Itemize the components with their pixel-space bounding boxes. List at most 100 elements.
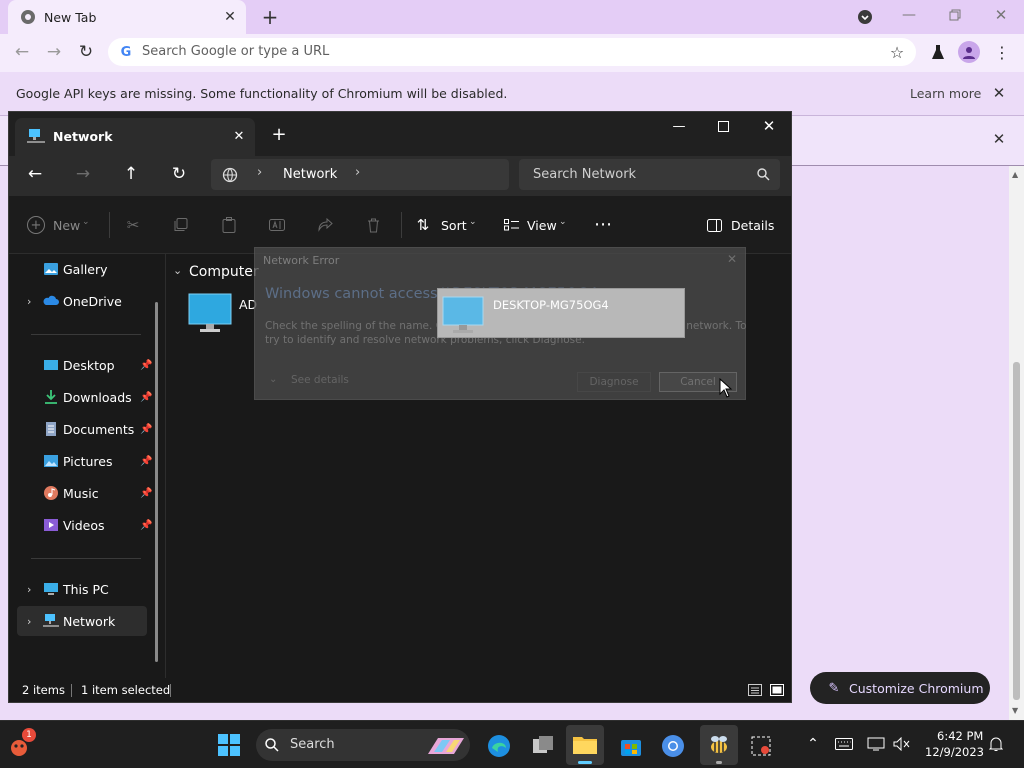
chrome-tab[interactable]: New Tab ✕	[8, 0, 246, 34]
sidebar-item-gallery[interactable]: Gallery	[17, 254, 147, 284]
explorer-refresh-icon[interactable]: ↻	[169, 164, 189, 184]
computer-item-icon[interactable]	[187, 292, 233, 334]
scrollbar-thumb[interactable]	[1013, 362, 1020, 700]
sort-button[interactable]: Sort	[441, 218, 467, 233]
paste-icon[interactable]	[219, 216, 239, 234]
copy-icon[interactable]	[171, 216, 191, 234]
reload-icon[interactable]: ↻	[76, 42, 96, 62]
task-view-icon[interactable]	[530, 733, 556, 757]
customize-chromium-button[interactable]: ✎ Customize Chromium	[810, 672, 990, 704]
close-tab-icon[interactable]: ✕	[222, 9, 238, 25]
sidebar-label: Desktop	[63, 357, 115, 373]
view-button[interactable]: View	[527, 218, 557, 233]
back-icon[interactable]: ←	[12, 42, 32, 62]
start-windows-icon[interactable]	[216, 733, 242, 757]
diagnose-button[interactable]: Diagnose	[577, 372, 651, 392]
explorer-forward-icon[interactable]: →	[73, 164, 93, 184]
explorer-tab-close-icon[interactable]: ✕	[231, 128, 247, 144]
explorer-search-box[interactable]: Search Network	[519, 159, 780, 190]
expand-chevron-icon[interactable]: ›	[27, 295, 31, 308]
diagnose-label: Diagnose	[589, 376, 639, 388]
clock-date[interactable]: 12/9/2023	[925, 745, 984, 759]
profile-avatar-icon[interactable]	[958, 41, 980, 63]
scrollbar-down-arrow[interactable]: ▼	[1012, 706, 1018, 715]
sidebar-item-onedrive[interactable]: › OneDrive	[17, 286, 147, 316]
details-view-icon[interactable]	[747, 682, 763, 698]
tab-search-icon[interactable]	[856, 8, 874, 26]
expand-chevron-icon[interactable]: ›	[27, 615, 31, 628]
keyboard-icon[interactable]	[834, 735, 854, 753]
more-options-icon[interactable]: ⋯	[591, 214, 615, 235]
taskbar-app-button[interactable]	[700, 725, 738, 765]
see-details-toggle[interactable]: See details	[291, 374, 349, 386]
new-button[interactable]: New	[53, 218, 80, 233]
sidebar-item-network[interactable]: › Network	[17, 606, 147, 636]
running-indicator	[716, 761, 722, 764]
dialog-title: Network Error	[263, 254, 340, 267]
notifications-bell-icon[interactable]	[986, 735, 1006, 753]
show-hidden-icons-chevron[interactable]: ⌃	[804, 735, 822, 753]
explorer-up-icon[interactable]: ↑	[121, 164, 141, 184]
breadcrumb-chevron-icon[interactable]: ›	[355, 165, 360, 180]
sidebar-item-downloads[interactable]: Downloads 📌	[17, 382, 152, 412]
network-icon	[43, 613, 59, 629]
sidebar-item-desktop[interactable]: Desktop 📌	[17, 350, 152, 380]
explorer-tab[interactable]: Network ✕	[15, 118, 255, 156]
search-highlight-icon	[424, 733, 468, 757]
sidebar-item-pictures[interactable]: Pictures 📌	[17, 446, 152, 476]
chrome-scrollbar[interactable]: ▲ ▼	[1009, 166, 1024, 720]
delete-icon[interactable]	[363, 216, 383, 234]
breadcrumb-network[interactable]: Network	[283, 167, 337, 182]
microsoft-store-icon[interactable]	[618, 733, 644, 759]
infobar-learn-more-link[interactable]: Learn more	[910, 86, 981, 101]
address-bar[interactable]: › Network ›	[211, 159, 509, 190]
labs-flask-icon[interactable]	[928, 42, 948, 62]
explorer-new-tab-icon[interactable]: +	[269, 124, 289, 145]
details-button[interactable]: Details	[731, 218, 774, 233]
explorer-minimize-icon[interactable]: —	[669, 116, 689, 136]
chromium-taskbar-icon[interactable]	[660, 733, 686, 759]
share-icon[interactable]	[315, 216, 335, 234]
status-item-count: 2 items	[22, 683, 65, 697]
restore-icon[interactable]	[946, 6, 964, 24]
edge-browser-icon[interactable]	[486, 733, 512, 759]
infobar-close-icon[interactable]: ✕	[990, 84, 1008, 102]
cut-icon[interactable]: ✂	[123, 216, 143, 234]
omnibox[interactable]: G Search Google or type a URL ☆	[108, 38, 916, 66]
onedrive-icon	[43, 293, 59, 309]
expand-chevron-icon[interactable]: ›	[27, 583, 31, 596]
large-icons-view-icon[interactable]	[769, 682, 785, 698]
explorer-maximize-icon[interactable]	[713, 116, 733, 136]
sidebar-item-music[interactable]: Music 📌	[17, 478, 152, 508]
computer-drag-icon	[442, 295, 484, 335]
sidebar-item-documents[interactable]: Documents 📌	[17, 414, 152, 444]
dialog-close-icon[interactable]: ✕	[725, 252, 739, 266]
sidebar-item-this-pc[interactable]: › This PC	[17, 574, 147, 604]
group-collapse-chevron-icon[interactable]: ⌄	[173, 264, 182, 277]
clock-time[interactable]: 6:42 PM	[937, 729, 983, 743]
taskbar-search-box[interactable]: Search	[256, 729, 470, 761]
explorer-back-icon[interactable]: ←	[25, 164, 45, 184]
active-indicator	[578, 761, 592, 764]
second-infobar-close-icon[interactable]: ✕	[990, 130, 1008, 148]
pin-icon: 📌	[140, 391, 153, 403]
new-tab-icon[interactable]: +	[258, 5, 282, 29]
chrome-menu-icon[interactable]: ⋮	[994, 42, 1010, 62]
minimize-icon[interactable]: —	[900, 6, 918, 24]
explorer-close-icon[interactable]: ✕	[759, 116, 779, 136]
taskbar-file-explorer-button[interactable]	[566, 725, 604, 765]
rename-icon[interactable]	[267, 216, 287, 234]
scrollbar-up-arrow[interactable]: ▲	[1012, 170, 1018, 179]
network-status-icon[interactable]	[866, 735, 886, 753]
bookmark-star-icon[interactable]: ☆	[888, 43, 906, 62]
volume-muted-icon[interactable]	[892, 735, 912, 753]
forward-icon[interactable]: →	[44, 42, 64, 62]
sidebar-item-videos[interactable]: Videos 📌	[17, 510, 152, 540]
snipping-tool-icon[interactable]	[748, 733, 774, 759]
see-details-chevron-icon[interactable]: ⌄	[269, 374, 277, 385]
google-g-icon: G	[120, 44, 132, 60]
group-header-computer[interactable]: Computer	[189, 264, 259, 280]
nav-pane-scrollbar[interactable]	[155, 302, 158, 662]
drag-item-label: DESKTOP-MG75OG4	[493, 298, 609, 312]
close-window-icon[interactable]: ✕	[992, 6, 1010, 24]
